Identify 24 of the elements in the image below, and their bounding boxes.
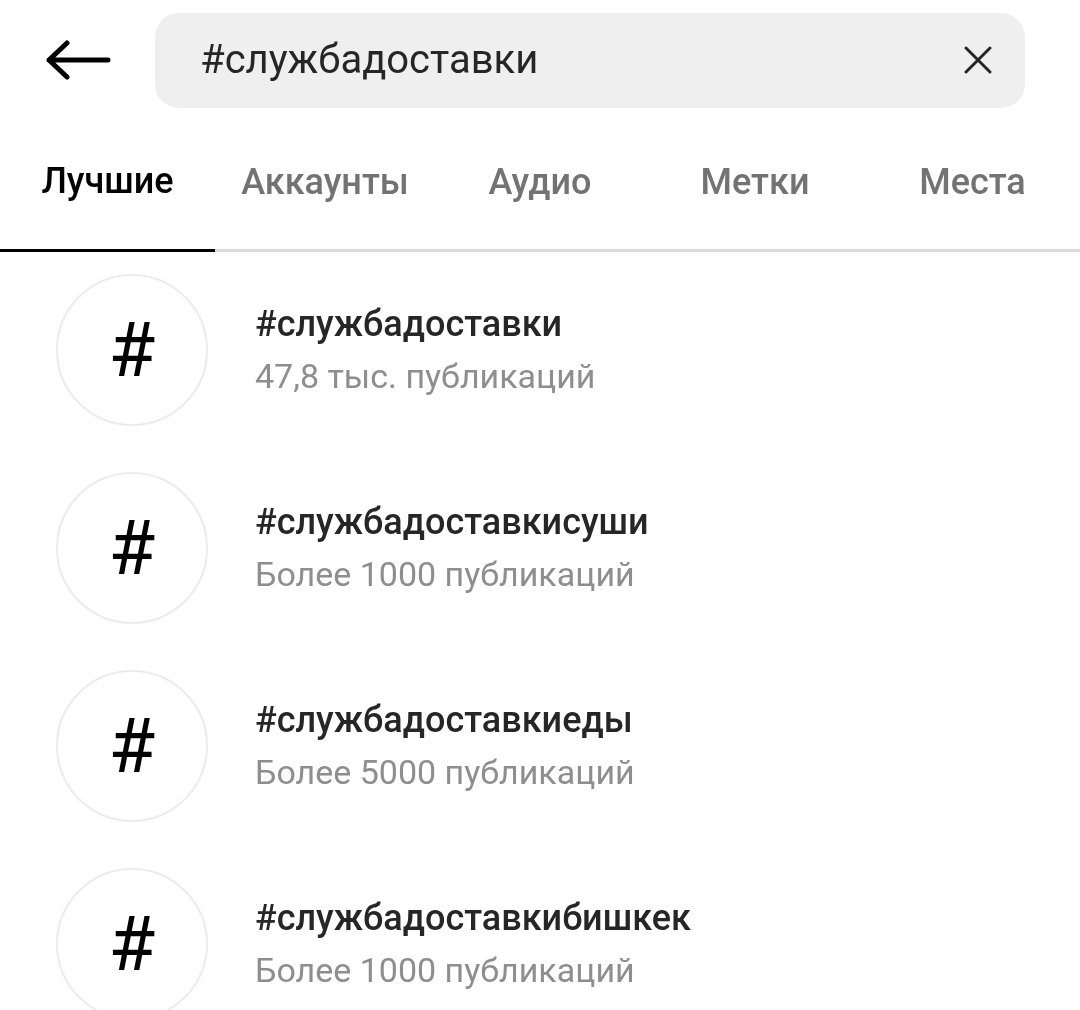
post-count: Более 1000 публикаций — [255, 949, 636, 992]
hashtag-title: #службадоставкисуши — [255, 500, 649, 545]
tab[interactable]: Аудио — [435, 112, 645, 252]
tab[interactable]: Места — [865, 112, 1080, 252]
post-count: Более 5000 публикаций — [255, 751, 635, 794]
tab[interactable]: Метки — [645, 112, 865, 252]
hashtag-result[interactable]: # #службадоставки 47,8 тыс. публикаций — [0, 274, 1080, 426]
tab[interactable]: Лучшие — [0, 112, 215, 252]
hash-symbol: # — [108, 312, 156, 388]
hashtag-result[interactable]: # #службадоставкисуши Более 1000 публикаций — [0, 472, 1080, 624]
hash-symbol: # — [108, 510, 156, 586]
post-count: 47,8 тыс. публикаций — [255, 355, 596, 398]
search-field[interactable]: #службадоставки — [155, 12, 1025, 108]
hashtag-title: #службадоставки — [255, 302, 564, 347]
hash-symbol: # — [108, 708, 156, 784]
close-icon[interactable] — [963, 45, 993, 75]
tab[interactable]: Аккаунты — [215, 112, 435, 252]
hashtag-result[interactable]: # #службадоставкиеды Более 5000 публикаций — [0, 670, 1080, 822]
hashtag-result[interactable]: # #службадоставкибишкек Более 1000 публикаций — [0, 868, 1080, 1010]
post-count: Более 1000 публикаций — [255, 553, 636, 596]
hash-symbol: # — [108, 906, 156, 982]
hashtag-title: #службадоставкиеды — [255, 698, 634, 743]
hashtag-title: #службадоставкибишкек — [255, 896, 691, 941]
back-arrow-icon — [44, 40, 111, 80]
